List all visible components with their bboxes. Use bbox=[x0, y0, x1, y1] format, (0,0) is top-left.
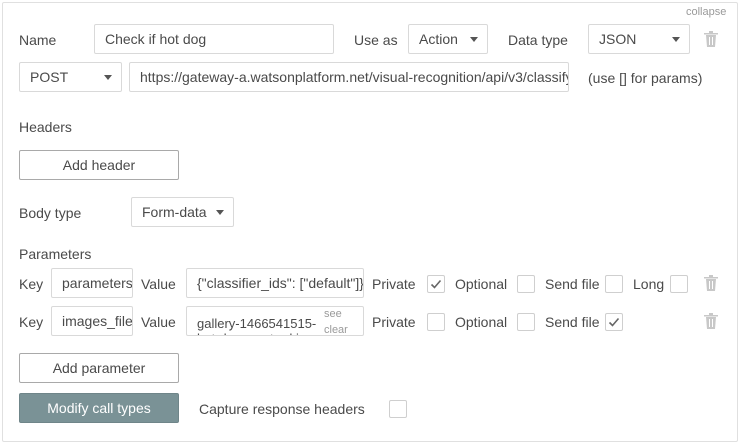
optional-checkbox[interactable] bbox=[517, 313, 535, 331]
add-header-button[interactable]: Add header bbox=[19, 150, 179, 180]
long-checkbox[interactable] bbox=[670, 275, 688, 293]
headers-title: Headers bbox=[19, 119, 72, 135]
trash-icon[interactable] bbox=[704, 313, 718, 329]
optional-checkbox[interactable] bbox=[517, 275, 535, 293]
checkmark-icon bbox=[608, 317, 620, 327]
trash-icon[interactable] bbox=[704, 31, 718, 47]
body-type-value: Form-data bbox=[142, 204, 207, 220]
method-dropdown[interactable]: POST bbox=[19, 62, 122, 92]
use-as-value: Action bbox=[419, 31, 458, 47]
checkmark-icon bbox=[430, 279, 442, 289]
capture-headers-checkbox[interactable] bbox=[389, 400, 407, 418]
use-as-label: Use as bbox=[354, 32, 398, 48]
body-type-dropdown[interactable]: Form-data bbox=[131, 197, 234, 227]
file-clear-link[interactable]: clear bbox=[324, 323, 348, 335]
optional-label: Optional bbox=[455, 314, 508, 330]
name-label: Name bbox=[19, 32, 57, 48]
capture-headers-label: Capture response headers bbox=[199, 401, 365, 417]
send-file-label: Send file bbox=[545, 276, 600, 292]
send-file-checkbox[interactable] bbox=[605, 275, 623, 293]
body-type-label: Body type bbox=[19, 205, 82, 221]
use-as-dropdown[interactable]: Action bbox=[408, 24, 488, 54]
long-label: Long bbox=[633, 276, 665, 292]
chevron-down-icon bbox=[470, 37, 478, 42]
optional-label: Optional bbox=[455, 276, 508, 292]
data-type-label: Data type bbox=[508, 32, 568, 48]
value-label: Value bbox=[141, 314, 176, 330]
private-label: Private bbox=[372, 276, 416, 292]
value-label: Value bbox=[141, 276, 176, 292]
key-label: Key bbox=[19, 276, 44, 292]
parameters-title: Parameters bbox=[19, 246, 92, 262]
param-value-input[interactable]: {"classifier_ids": ["default"]} bbox=[186, 268, 364, 298]
chevron-down-icon bbox=[672, 37, 680, 42]
chevron-down-icon bbox=[104, 75, 112, 80]
key-label: Key bbox=[19, 314, 44, 330]
param-key-input[interactable]: parameters bbox=[51, 268, 133, 298]
send-file-checkbox[interactable] bbox=[605, 313, 623, 331]
param-file-input[interactable]: gallery-1466541515-hot-dog-mustard.jpg s… bbox=[186, 306, 364, 336]
trash-icon[interactable] bbox=[704, 275, 718, 291]
data-type-dropdown[interactable]: JSON bbox=[588, 24, 690, 54]
url-input[interactable]: https://gateway-a.watsonplatform.net/vis… bbox=[129, 62, 569, 92]
file-see-link[interactable]: see bbox=[324, 307, 342, 322]
chevron-down-icon bbox=[216, 210, 224, 215]
send-file-label: Send file bbox=[545, 314, 600, 330]
param-key-input[interactable]: images_file bbox=[51, 306, 133, 336]
file-name: gallery-1466541515-hot-dog-mustard.jpg bbox=[197, 316, 317, 335]
modify-call-types-button[interactable]: Modify call types bbox=[19, 393, 179, 423]
name-input[interactable]: Check if hot dog bbox=[94, 24, 334, 54]
api-call-panel: collapse Name Check if hot dog Use as Ac… bbox=[2, 2, 738, 442]
private-checkbox[interactable] bbox=[427, 275, 445, 293]
collapse-link[interactable]: collapse bbox=[686, 6, 726, 18]
data-type-value: JSON bbox=[599, 31, 637, 47]
private-checkbox[interactable] bbox=[427, 313, 445, 331]
add-parameter-button[interactable]: Add parameter bbox=[19, 353, 179, 383]
method-value: POST bbox=[30, 69, 69, 85]
url-params-hint: (use [] for params) bbox=[588, 70, 703, 86]
private-label: Private bbox=[372, 314, 416, 330]
